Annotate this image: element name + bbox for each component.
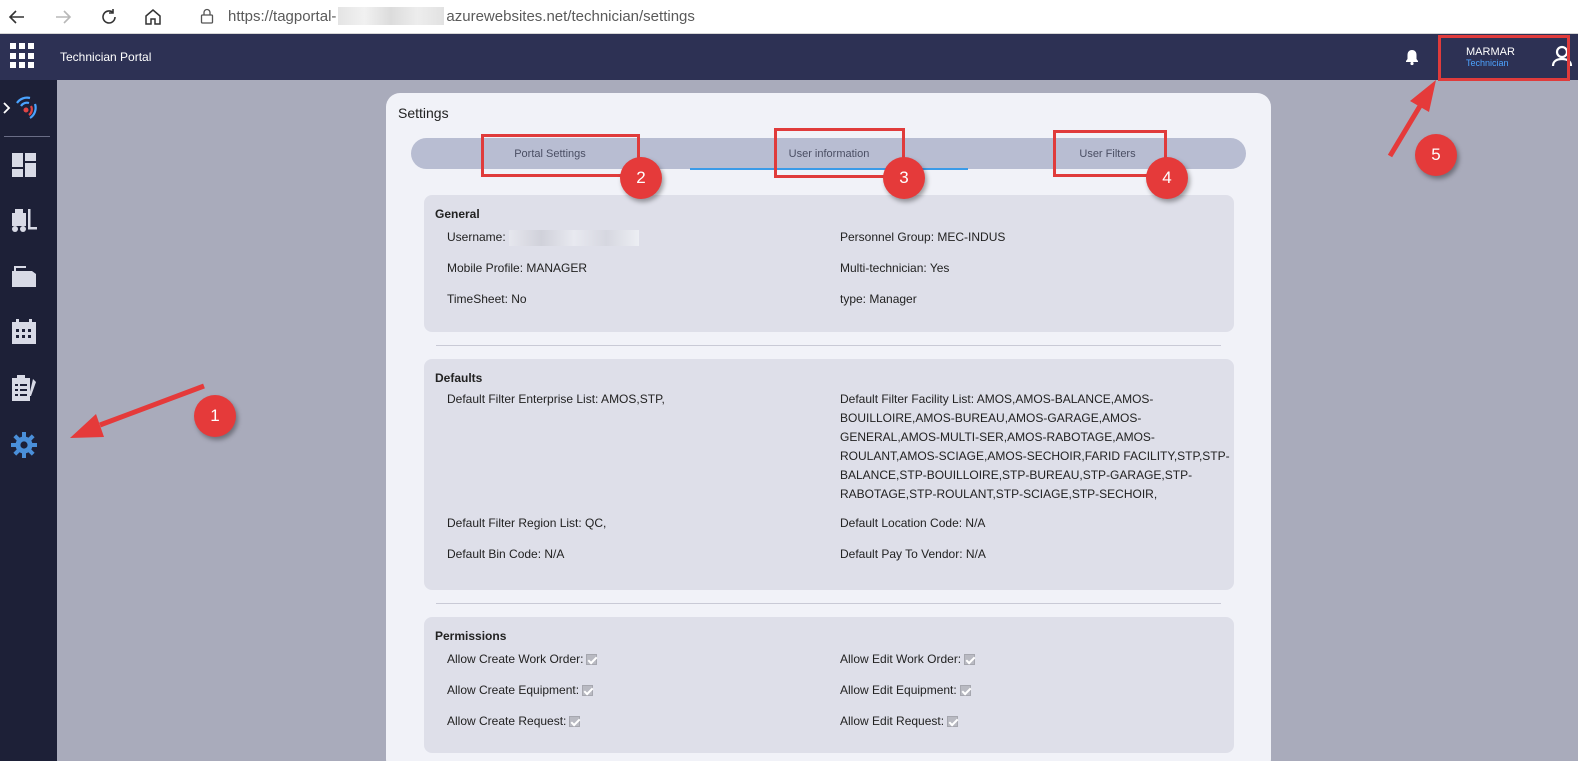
- redacted-url-segment: [338, 7, 445, 25]
- personnel-group: Personnel Group: MEC-INDUS: [840, 230, 1006, 244]
- permission-label: Allow Edit Work Order:: [840, 652, 962, 666]
- highlight-user-menu: [1438, 35, 1570, 81]
- sidebar-divider: [4, 136, 50, 137]
- folder-icon[interactable]: [10, 262, 38, 290]
- annotation-badge-5: 5: [1415, 134, 1457, 176]
- section-divider: [436, 603, 1221, 604]
- forklift-icon[interactable]: [10, 206, 38, 234]
- lock-icon: [196, 8, 218, 24]
- defaults-card: Defaults Default Filter Enterprise List:…: [424, 359, 1234, 590]
- permission-checkbox: [947, 716, 959, 728]
- browser-toolbar: https://tagportal- azurewebsites.net/tec…: [0, 0, 1578, 34]
- permissions-title: Permissions: [435, 629, 507, 643]
- location-code: Default Location Code: N/A: [840, 516, 986, 530]
- section-divider: [436, 345, 1221, 346]
- permission-edit-equipment: Allow Edit Equipment:: [840, 681, 971, 700]
- facility-list-line: BALANCE,STP-BOUILLOIRE,STP-BUREAU,STP-GA…: [840, 468, 1193, 482]
- permission-create-request: Allow Create Request:: [447, 712, 581, 731]
- permission-label: Allow Edit Request:: [840, 714, 945, 728]
- multi-technician: Multi-technician: Yes: [840, 261, 950, 275]
- redacted-username: [509, 229, 640, 246]
- pay-to-vendor: Default Pay To Vendor: N/A: [840, 547, 986, 561]
- region-list: Default Filter Region List: QC,: [447, 516, 607, 530]
- bell-icon[interactable]: [1404, 48, 1420, 66]
- back-arrow-icon[interactable]: [4, 4, 30, 30]
- dashboard-icon[interactable]: [10, 151, 38, 179]
- permission-checkbox: [586, 654, 598, 666]
- permission-label: Allow Edit Equipment:: [840, 683, 957, 697]
- calendar-icon[interactable]: [10, 318, 38, 346]
- facility-list-line: Default Filter Facility List: AMOS,AMOS-…: [840, 392, 1154, 406]
- enterprise-list: Default Filter Enterprise List: AMOS,STP…: [447, 392, 665, 406]
- permission-label: Allow Create Work Order:: [447, 652, 584, 666]
- user-type: type: Manager: [840, 292, 917, 306]
- forward-arrow-icon[interactable]: [50, 4, 76, 30]
- general-title: General: [435, 207, 480, 221]
- facility-list-line: BOUILLOIRE,AMOS-BUREAU,AMOS-GARAGE,AMOS-: [840, 411, 1142, 425]
- clipboard-icon[interactable]: [10, 374, 38, 402]
- url-suffix: azurewebsites.net/technician/settings: [446, 7, 695, 25]
- permission-checkbox: [959, 685, 971, 697]
- facility-list-line: ROULANT,AMOS-SCIAGE,AMOS-SECHOIR,FARID F…: [840, 449, 1230, 463]
- timesheet: TimeSheet: No: [447, 292, 527, 306]
- permission-checkbox: [964, 654, 976, 666]
- username-field: Username:: [447, 228, 640, 247]
- home-icon[interactable]: [140, 4, 166, 30]
- permission-create-work-order: Allow Create Work Order:: [447, 650, 598, 669]
- general-card: General Username: Personnel Group: MEC-I…: [424, 195, 1234, 332]
- permission-label: Allow Create Request:: [447, 714, 567, 728]
- settings-panel: Settings Portal Settings User informatio…: [386, 93, 1271, 761]
- annotation-badge-3: 3: [883, 157, 925, 199]
- permission-create-equipment: Allow Create Equipment:: [447, 681, 594, 700]
- page-title: Settings: [398, 105, 449, 121]
- app-header: Technician Portal MARMAR Technician: [0, 34, 1578, 80]
- app-title: Technician Portal: [60, 50, 152, 64]
- permission-edit-request: Allow Edit Request:: [840, 712, 959, 731]
- permission-edit-work-order: Allow Edit Work Order:: [840, 650, 976, 669]
- permission-label: Allow Create Equipment:: [447, 683, 580, 697]
- annotation-badge-1: 1: [194, 395, 236, 437]
- signal-logo-icon[interactable]: [12, 94, 40, 122]
- gear-icon[interactable]: [10, 431, 38, 459]
- facility-list-line: GENERAL,AMOS-MULTI-SER,AMOS-RABOTAGE,AMO…: [840, 430, 1155, 444]
- address-bar[interactable]: https://tagportal- azurewebsites.net/tec…: [184, 2, 1578, 30]
- app-grid-icon[interactable]: [10, 43, 36, 69]
- facility-list: Default Filter Facility List: AMOS,AMOS-…: [840, 390, 1230, 504]
- defaults-title: Defaults: [435, 371, 483, 385]
- username-label: Username:: [447, 230, 506, 244]
- highlight-portal-settings: [481, 134, 640, 177]
- permission-checkbox: [582, 685, 594, 697]
- bin-code: Default Bin Code: N/A: [447, 547, 565, 561]
- url-prefix: https://tagportal-: [228, 7, 337, 25]
- mobile-profile: Mobile Profile: MANAGER: [447, 261, 588, 275]
- permission-checkbox: [569, 716, 581, 728]
- facility-list-line: RABOTAGE,STP-ROULANT,STP-SCIAGE,STP-SECH…: [840, 487, 1158, 501]
- sidebar: [0, 80, 57, 761]
- permissions-card: Permissions Allow Create Work Order: All…: [424, 617, 1234, 753]
- annotation-badge-4: 4: [1146, 157, 1188, 199]
- refresh-icon[interactable]: [96, 4, 122, 30]
- annotation-badge-2: 2: [620, 157, 662, 199]
